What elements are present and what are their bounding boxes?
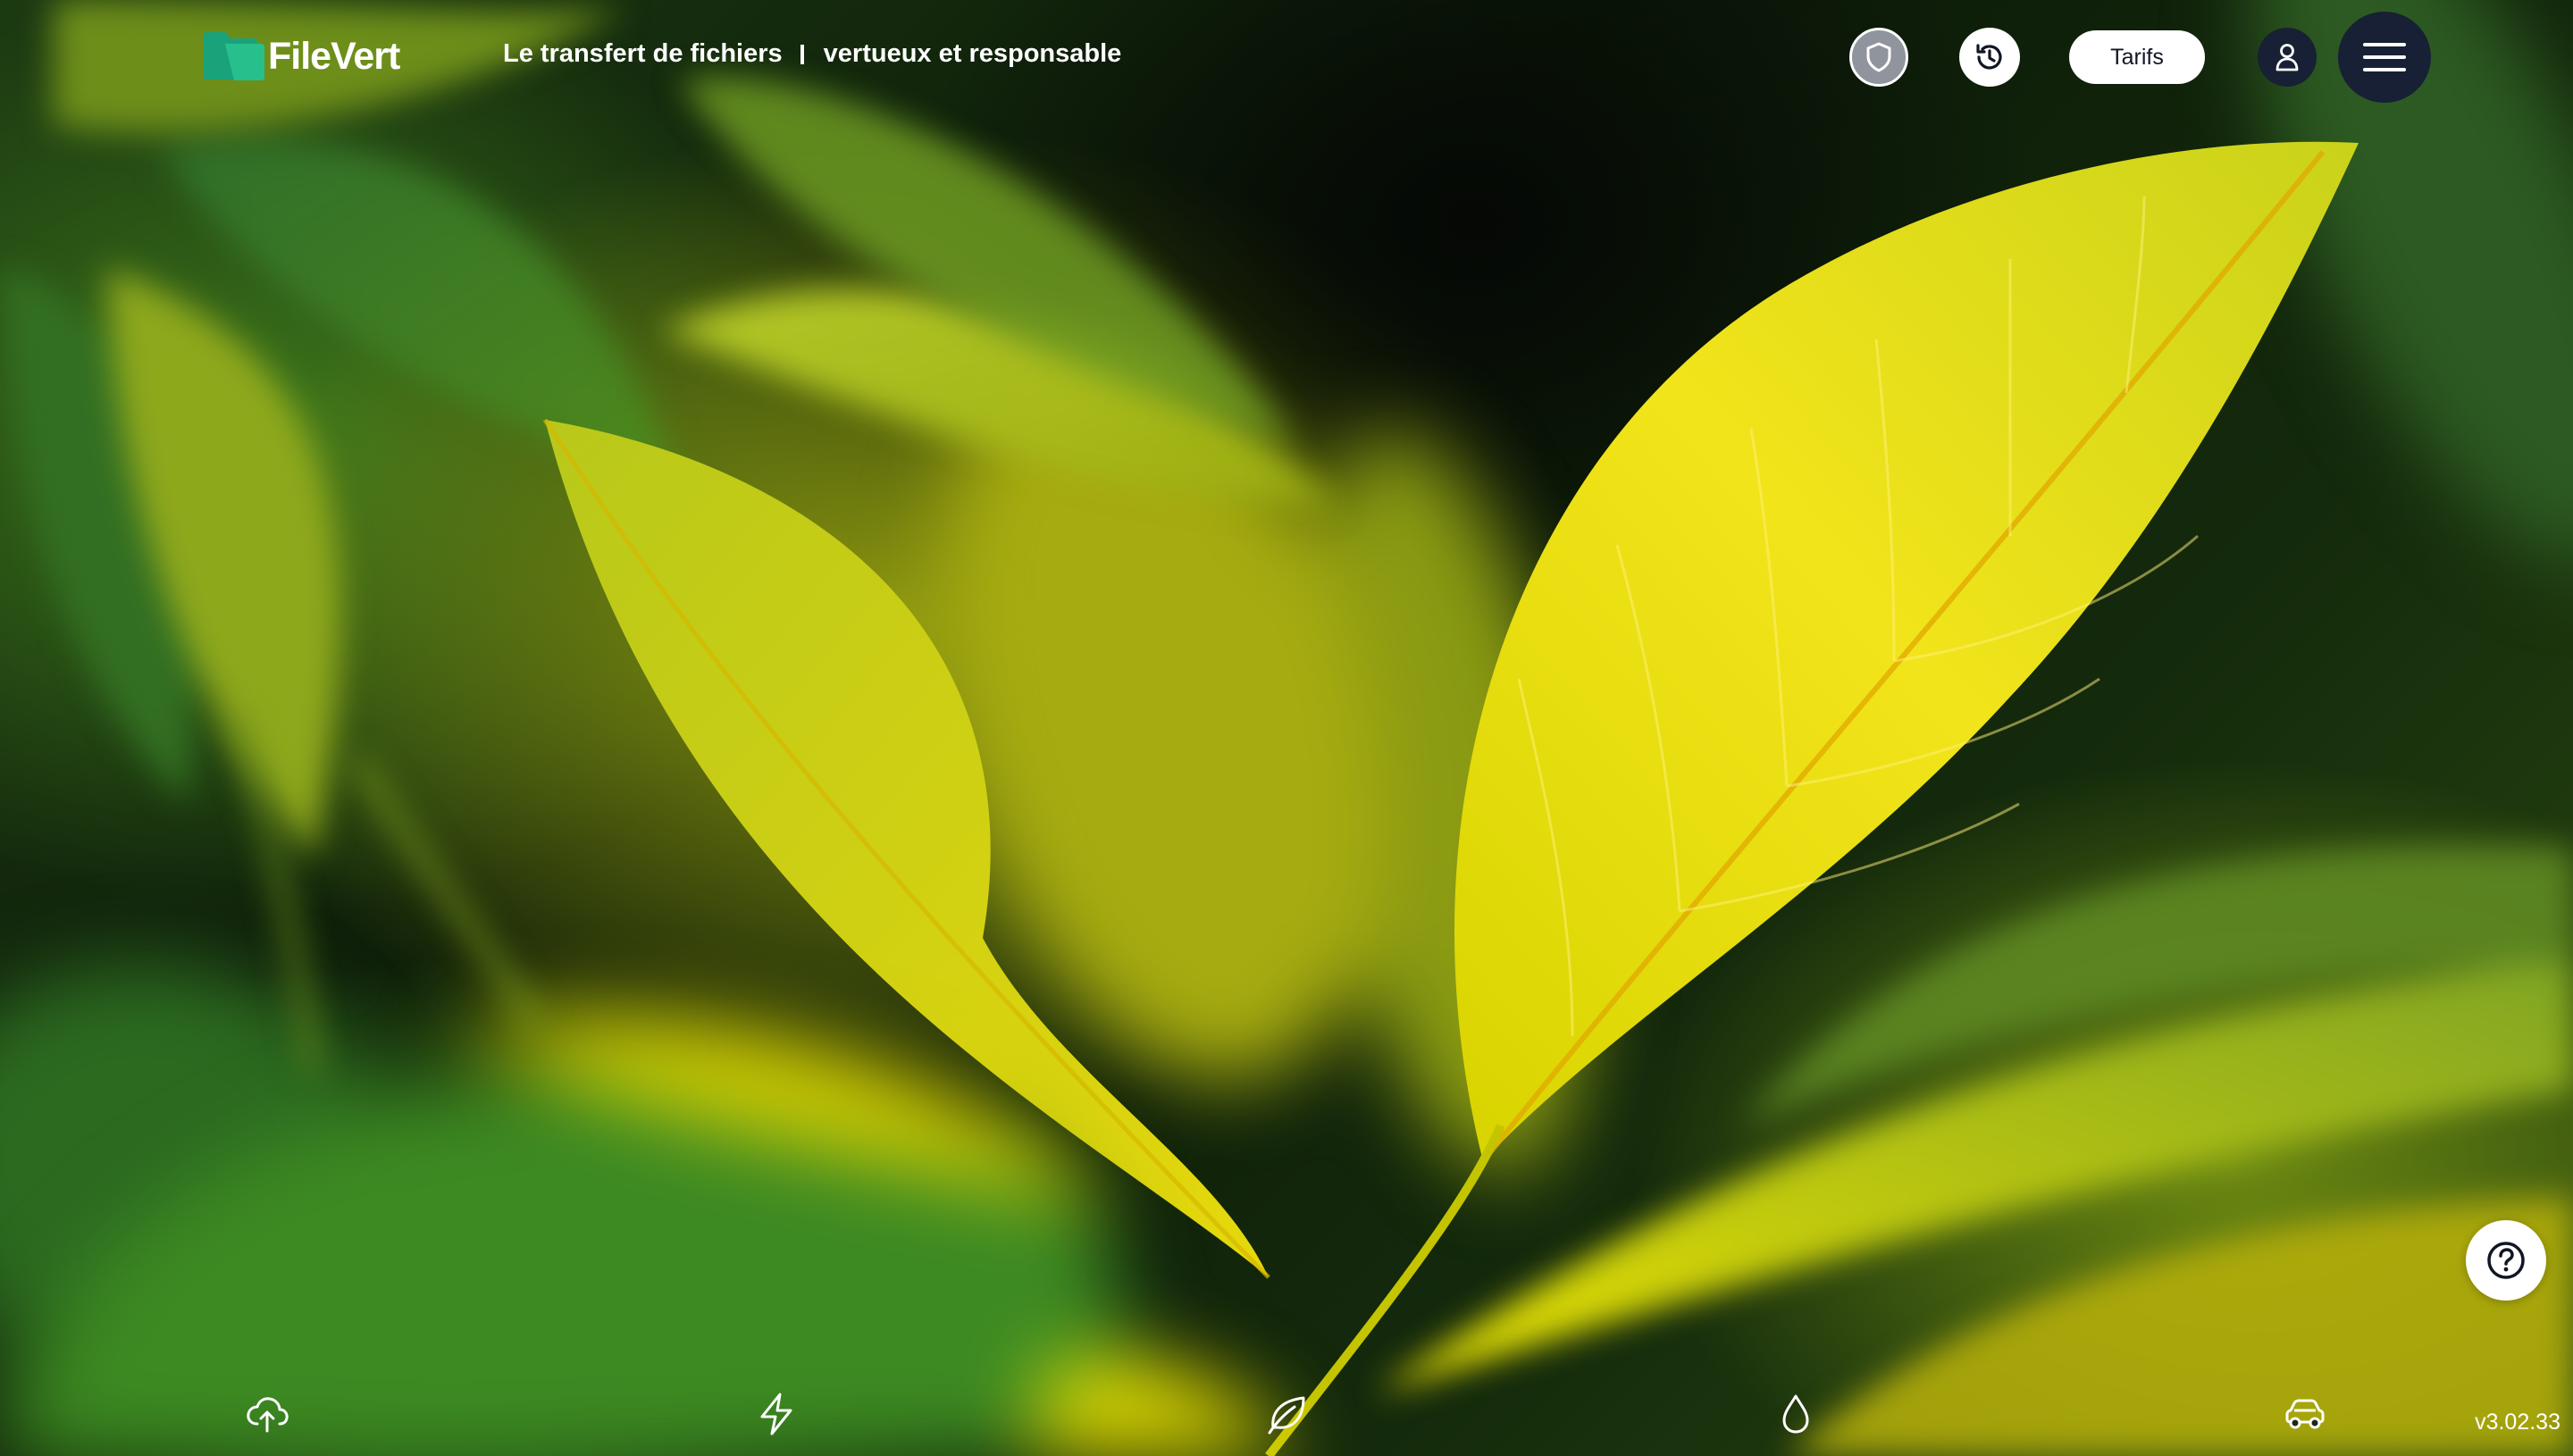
history-button[interactable] [1959, 28, 2020, 87]
account-button[interactable] [2258, 28, 2317, 87]
bottom-upload-item[interactable] [243, 1390, 291, 1438]
background-leaves-image [0, 0, 2573, 1456]
tagline-separator [800, 44, 804, 64]
bottom-energy-item[interactable] [752, 1390, 800, 1438]
cloud-upload-icon [247, 1397, 289, 1433]
tagline-part-1: Le transfert de fichiers [503, 39, 783, 68]
leaves-illustration [0, 0, 2573, 1456]
help-button[interactable] [2466, 1220, 2546, 1301]
bottom-transport-item[interactable] [2281, 1390, 2329, 1438]
shield-icon [1866, 42, 1891, 72]
main-menu-button[interactable] [2338, 12, 2431, 103]
app-version: v3.02.33 [2475, 1410, 2560, 1435]
bottom-water-item[interactable] [1772, 1390, 1820, 1438]
tagline: Le transfert de fichiers vertueux et res… [503, 39, 1121, 69]
tagline-part-2: vertueux et responsable [823, 39, 1122, 68]
car-icon [2285, 1399, 2325, 1429]
user-icon [2275, 44, 2299, 71]
question-circle-icon [2487, 1242, 2525, 1279]
brand-name: FileVert [268, 34, 400, 78]
privacy-button[interactable] [1849, 28, 1908, 87]
hamburger-menu-icon [2363, 43, 2406, 71]
page: FileVert Le transfert de fichiers vertue… [0, 0, 2573, 1456]
history-clock-icon [1976, 44, 2002, 70]
bottom-eco-item[interactable] [1262, 1390, 1311, 1438]
water-drop-icon [1782, 1394, 1809, 1434]
logo[interactable]: FileVert [202, 27, 400, 86]
folder-logo-icon [204, 32, 264, 80]
leaf-icon [1268, 1396, 1305, 1435]
top-header: FileVert Le transfert de fichiers vertue… [0, 0, 2573, 114]
lightning-icon [760, 1393, 792, 1435]
pricing-button[interactable]: Tarifs [2069, 30, 2205, 84]
